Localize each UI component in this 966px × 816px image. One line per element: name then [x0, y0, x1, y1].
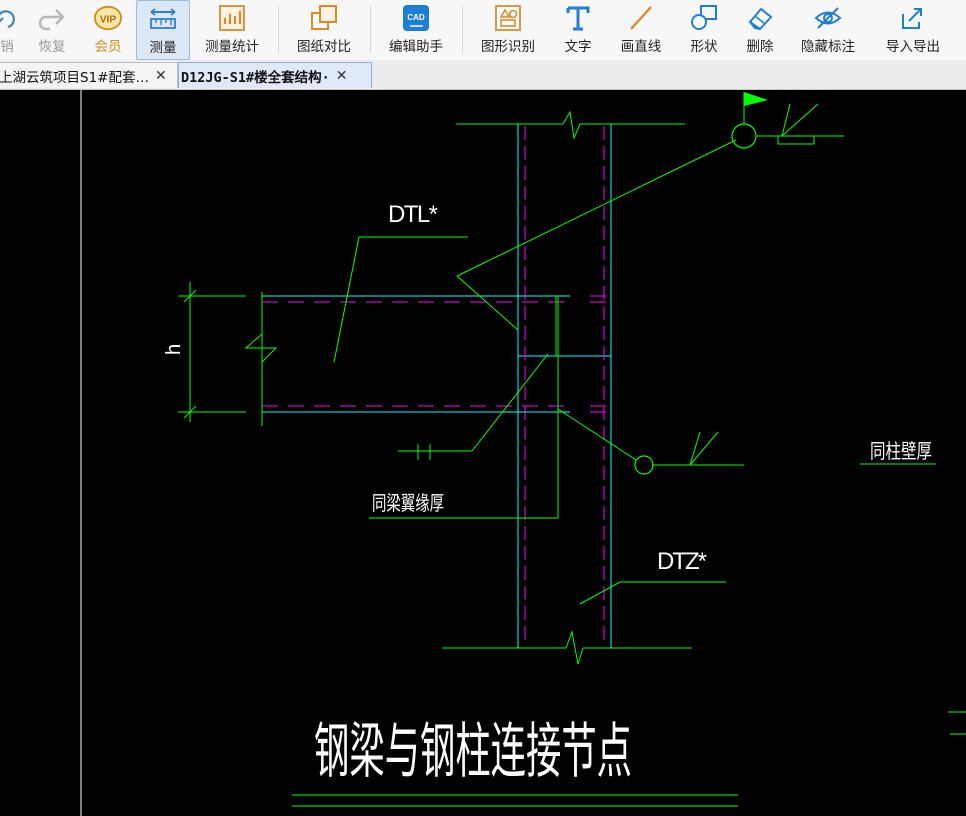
hide-annotation-label: 隐藏标注	[801, 39, 855, 55]
svg-text:CAD: CAD	[407, 13, 425, 22]
delete-label: 删除	[746, 39, 774, 55]
close-icon[interactable]: ✕	[336, 68, 348, 84]
cad-drawing-canvas[interactable]: DTL* DTZ* h 同梁翼缘厚 同柱壁厚 钢梁与钢柱连接节点	[0, 90, 966, 816]
draw-line-button[interactable]: 画直线	[612, 0, 670, 60]
shape-icon	[689, 3, 719, 33]
text-label: 文字	[564, 39, 592, 55]
redo-icon	[37, 3, 67, 33]
vip-button[interactable]: VIP 会员	[86, 0, 130, 60]
cad-edit-icon: CAD	[401, 3, 431, 33]
cad-edit-label: 编辑助手	[389, 39, 443, 55]
svg-text:VIP: VIP	[100, 15, 117, 26]
measure-label: 测量	[149, 40, 177, 56]
cad-edit-button[interactable]: CAD 编辑助手	[382, 0, 450, 60]
compare-icon	[309, 3, 339, 33]
compare-label: 图纸对比	[297, 39, 351, 55]
wall-thickness-note: 同柱壁厚	[870, 440, 932, 463]
close-icon[interactable]: ✕	[155, 68, 167, 84]
measure-stats-button[interactable]: 测量统计	[198, 0, 266, 60]
undo-button[interactable]: 销	[0, 0, 20, 60]
undo-icon	[0, 3, 22, 33]
toolbar-divider	[278, 6, 279, 54]
toolbar-divider	[370, 6, 371, 54]
measure-stats-icon	[217, 3, 247, 33]
redo-label: 恢复	[38, 39, 66, 55]
hide-eye-icon	[813, 3, 843, 33]
measure-button[interactable]: 测量	[136, 0, 190, 60]
shape-recognize-label: 图形识别	[481, 39, 535, 55]
toolbar-divider	[462, 6, 463, 54]
canvas-background	[0, 90, 966, 816]
column-label: DTZ*	[657, 548, 707, 575]
text-icon	[563, 3, 593, 33]
tab-document-2[interactable]: D12JG-S1#楼全套结构· ✕	[178, 62, 372, 88]
delete-button[interactable]: 删除	[736, 0, 784, 60]
text-button[interactable]: 文字	[554, 0, 602, 60]
flange-thickness-note: 同梁翼缘厚	[372, 492, 444, 515]
redo-button[interactable]: 恢复	[30, 0, 74, 60]
tab-title: 上湖云筑项目S1#配套…	[0, 69, 149, 86]
drawing-title: 钢梁与钢柱连接节点	[314, 718, 632, 785]
shape-recognize-button[interactable]: 图形识别	[474, 0, 542, 60]
eraser-icon	[745, 3, 775, 33]
main-toolbar: 销 恢复 VIP 会员 测量 测量统计 图纸对比 CAD 编辑助手 图形识别 文…	[0, 0, 966, 61]
import-export-label: 导入导出	[886, 39, 940, 55]
import-export-icon	[898, 3, 928, 33]
shape-recognize-icon	[493, 3, 523, 33]
draw-line-label: 画直线	[620, 39, 662, 55]
beam-label: DTL*	[388, 201, 438, 228]
vip-icon: VIP	[93, 3, 123, 33]
measure-stats-label: 测量统计	[205, 39, 259, 55]
compare-button[interactable]: 图纸对比	[290, 0, 358, 60]
height-dimension-label: h	[163, 344, 185, 355]
tab-document-1[interactable]: 上湖云筑项目S1#配套… ✕	[0, 62, 178, 88]
import-export-button[interactable]: 导入导出	[878, 0, 948, 60]
undo-label: 销	[0, 39, 14, 55]
line-icon	[626, 3, 656, 33]
document-tab-bar: 上湖云筑项目S1#配套… ✕ D12JG-S1#楼全套结构· ✕	[0, 60, 966, 90]
vip-label: 会员	[94, 39, 122, 55]
shape-label: 形状	[690, 39, 718, 55]
tab-title: D12JG-S1#楼全套结构·	[181, 69, 330, 86]
measure-icon	[148, 4, 178, 34]
hide-annotation-button[interactable]: 隐藏标注	[794, 0, 862, 60]
shape-button[interactable]: 形状	[680, 0, 728, 60]
